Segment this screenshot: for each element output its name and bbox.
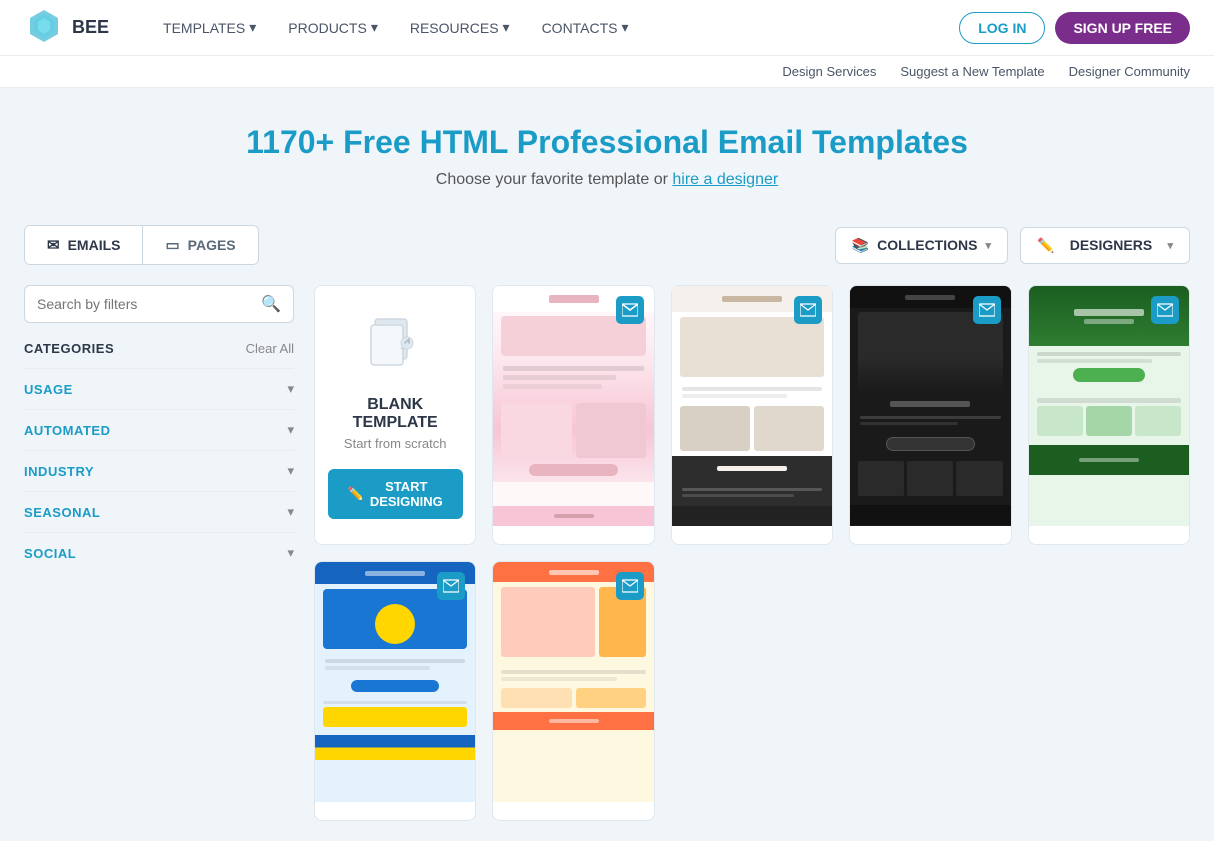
designers-chevron-icon: ▾ [1167,239,1173,252]
hire-designer-link[interactable]: hire a designer [672,171,778,188]
chevron-down-icon: ▾ [371,19,378,36]
designer-community-link[interactable]: Designer Community [1069,64,1190,79]
dropdown-group: 📚 COLLECTIONS ▾ ✏️ DESIGNERS ▾ [835,227,1190,264]
seasonal-chevron-icon: ▾ [287,504,294,520]
template-card-pink[interactable] [492,285,654,545]
email-badge-3 [973,296,1001,324]
email-tab-icon: ✉ [47,236,60,254]
template-card-edu[interactable] [492,561,654,821]
design-services-link[interactable]: Design Services [782,64,876,79]
nav-resources[interactable]: RESOURCES ▾ [396,11,524,44]
social-chevron-icon: ▾ [287,545,294,561]
template-card-dark[interactable] [849,285,1011,545]
categories-label: CATEGORIES [24,341,114,356]
designers-icon: ✏️ [1037,237,1054,254]
template-card-green[interactable] [1028,285,1190,545]
categories-header: CATEGORIES Clear All [24,341,294,356]
tab-emails[interactable]: ✉ EMAILS [25,226,143,264]
designers-dropdown[interactable]: ✏️ DESIGNERS ▾ [1020,227,1190,264]
nav-products[interactable]: PRODUCTS ▾ [274,11,392,44]
filter-automated[interactable]: AUTOMATED ▾ [24,409,294,450]
secondary-nav: Design Services Suggest a New Template D… [0,56,1214,88]
tab-filter-bar: ✉ EMAILS ▭ PAGES 📚 COLLECTIONS ▾ ✏️ DESI… [0,209,1214,265]
search-input[interactable] [37,296,261,312]
logo-text: BEE [72,17,109,38]
clear-all-link[interactable]: Clear All [246,341,294,356]
filter-seasonal[interactable]: SEASONAL ▾ [24,491,294,532]
nav-actions: LOG IN SIGN UP FREE [959,12,1190,44]
chevron-down-icon: ▾ [622,19,629,36]
email-badge-5 [437,572,465,600]
collections-chevron-icon: ▾ [985,239,991,252]
email-badge [616,296,644,324]
main-layout: 🔍 CATEGORIES Clear All USAGE ▾ AUTOMATED… [0,265,1214,841]
pencil-icon: ✏️ [348,486,364,502]
filter-industry[interactable]: INDUSTRY ▾ [24,450,294,491]
login-button[interactable]: LOG IN [959,12,1045,44]
search-icon[interactable]: 🔍 [261,294,281,314]
hero-title: 1170+ Free HTML Professional Email Templ… [20,124,1194,161]
sidebar: 🔍 CATEGORIES Clear All USAGE ▾ AUTOMATED… [24,285,294,821]
blank-template-icon [363,311,427,380]
blank-template-subtitle: Start from scratch [344,436,447,451]
industry-chevron-icon: ▾ [287,463,294,479]
usage-chevron-icon: ▾ [287,381,294,397]
hero-section: 1170+ Free HTML Professional Email Templ… [0,88,1214,209]
collections-dropdown[interactable]: 📚 COLLECTIONS ▾ [835,227,1008,264]
template-card-neutral[interactable] [671,285,833,545]
blank-template-title: BLANK TEMPLATE [331,396,459,432]
chevron-down-icon: ▾ [249,19,256,36]
tab-pages[interactable]: ▭ PAGES [143,226,257,264]
bee-logo-icon [24,8,64,48]
nav-links: TEMPLATES ▾ PRODUCTS ▾ RESOURCES ▾ CONTA… [149,11,959,44]
suggest-template-link[interactable]: Suggest a New Template [900,64,1044,79]
template-card-blue-yellow[interactable] [314,561,476,821]
tab-group: ✉ EMAILS ▭ PAGES [24,225,259,265]
start-designing-button[interactable]: ✏️ START DESIGNING [328,469,463,519]
filter-usage[interactable]: USAGE ▾ [24,368,294,409]
logo[interactable]: BEE [24,8,109,48]
chevron-down-icon: ▾ [503,19,510,36]
templates-grid: BLANK TEMPLATE Start from scratch ✏️ STA… [314,285,1190,821]
automated-chevron-icon: ▾ [287,422,294,438]
signup-button[interactable]: SIGN UP FREE [1055,12,1190,44]
email-badge-4 [1151,296,1179,324]
nav-templates[interactable]: TEMPLATES ▾ [149,11,270,44]
filter-social[interactable]: SOCIAL ▾ [24,532,294,573]
pages-tab-icon: ▭ [165,236,179,254]
blank-template-card[interactable]: BLANK TEMPLATE Start from scratch ✏️ STA… [314,285,476,545]
collections-icon: 📚 [852,237,869,254]
search-box: 🔍 [24,285,294,323]
hero-subtitle: Choose your favorite template or hire a … [20,171,1194,189]
email-badge-6 [616,572,644,600]
navbar: BEE TEMPLATES ▾ PRODUCTS ▾ RESOURCES ▾ C… [0,0,1214,56]
nav-contacts[interactable]: CONTACTS ▾ [528,11,643,44]
email-badge-2 [794,296,822,324]
